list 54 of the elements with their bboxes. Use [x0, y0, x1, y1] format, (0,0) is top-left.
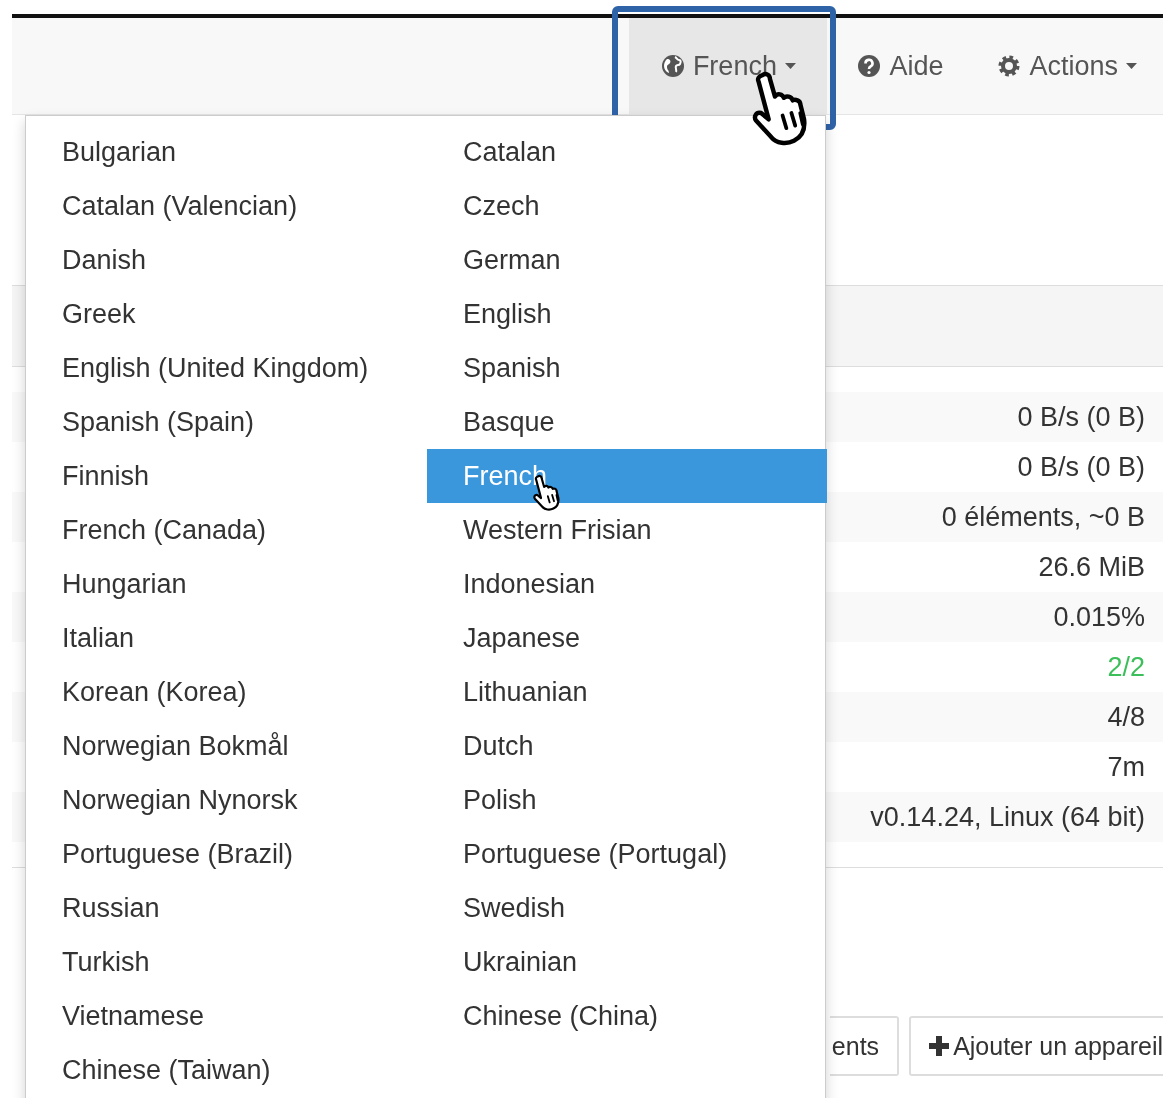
language-option[interactable]: Catalan [427, 125, 827, 179]
language-option[interactable]: Lithuanian [427, 665, 827, 719]
language-option[interactable]: Norwegian Nynorsk [26, 773, 427, 827]
language-option[interactable]: Greek [26, 287, 427, 341]
stat-value: 4/8 [1107, 701, 1145, 733]
stat-value: 0 B/s (0 B) [1017, 451, 1145, 483]
language-option[interactable]: Chinese (Taiwan) [26, 1043, 427, 1097]
language-option[interactable]: French (Canada) [26, 503, 427, 557]
language-option[interactable]: German [427, 233, 827, 287]
dropdown-toggle[interactable]: Actions [983, 18, 1151, 114]
language-option[interactable]: English [427, 287, 827, 341]
language-option[interactable]: Vietnamese [26, 989, 427, 1043]
stat-value: 2/2 [1107, 651, 1145, 683]
language-option[interactable]: Bulgarian [26, 125, 427, 179]
help-icon [857, 54, 882, 78]
language-option[interactable]: Portuguese (Brazil) [26, 827, 427, 881]
language-option[interactable]: Spanish [427, 341, 827, 395]
stat-value: 0 B/s (0 B) [1017, 401, 1145, 433]
caret-icon [1126, 63, 1137, 69]
language-option[interactable]: Korean (Korea) [26, 665, 427, 719]
language-option[interactable]: Catalan (Valencian) [26, 179, 427, 233]
language-option[interactable]: Dutch [427, 719, 827, 773]
language-option[interactable]: Swedish [427, 881, 827, 935]
language-option[interactable]: Turkish [26, 935, 427, 989]
language-option[interactable]: Indonesian [427, 557, 827, 611]
plus-icon [929, 1036, 950, 1056]
language-option[interactable]: Czech [427, 179, 827, 233]
language-option[interactable]: Spanish (Spain) [26, 395, 427, 449]
stat-value: 0.015% [1053, 601, 1145, 633]
language-option[interactable]: Portuguese (Portugal) [427, 827, 827, 881]
language-option[interactable]: Western Frisian [427, 503, 827, 557]
stat-value: 26.6 MiB [1038, 551, 1145, 583]
stat-value: 0 éléments, ~0 B [941, 501, 1145, 533]
language-option[interactable]: Chinese (China) [427, 989, 827, 1043]
language-option[interactable]: Danish [26, 233, 427, 287]
language-option[interactable]: Ukrainian [427, 935, 827, 989]
language-option[interactable]: Japanese [427, 611, 827, 665]
language-option[interactable]: Norwegian Bokmål [26, 719, 427, 773]
language-option[interactable]: Italian [26, 611, 427, 665]
add-device-button[interactable]: Ajouter un appareil [909, 1016, 1163, 1076]
nav-link[interactable]: Aide [827, 18, 984, 114]
stat-value: 7m [1107, 751, 1145, 783]
language-option[interactable]: English (United Kingdom) [26, 341, 427, 395]
dropdown-toggle[interactable]: French [629, 18, 828, 114]
caret-icon [784, 63, 796, 69]
language-option[interactable]: Polish [427, 773, 827, 827]
language-option[interactable]: Russian [26, 881, 427, 935]
language-option[interactable]: Finnish [26, 449, 427, 503]
language-option[interactable]: Hungarian [26, 557, 427, 611]
settings-icon [997, 54, 1022, 78]
globe-icon [660, 54, 685, 78]
action-button[interactable]: ents [829, 1016, 900, 1076]
language-option[interactable]: Basque [427, 395, 827, 449]
stat-value: v0.14.24, Linux (64 bit) [870, 801, 1145, 833]
